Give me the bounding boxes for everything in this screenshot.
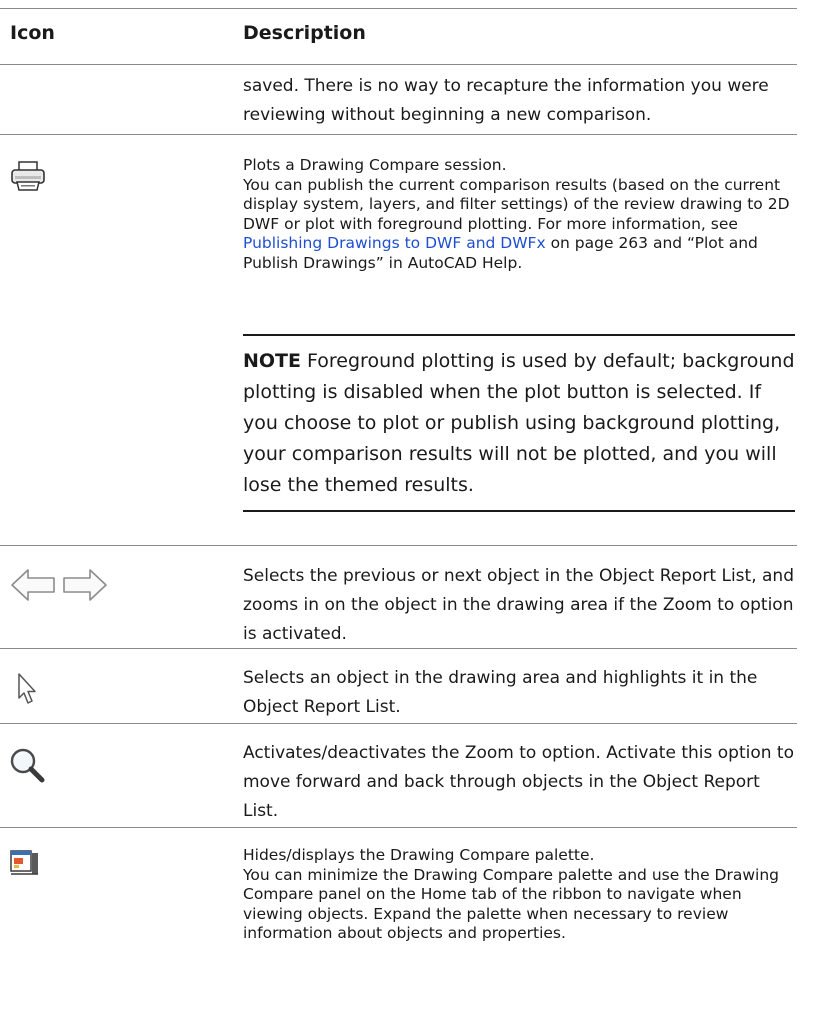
row-rule: [0, 134, 797, 135]
continued-description: saved. There is no way to recapture the …: [243, 76, 769, 125]
table-top-rule: [0, 8, 797, 9]
row-rule: [0, 648, 797, 649]
note-label: NOTE: [243, 350, 301, 372]
select-description: Selects an object in the drawing area an…: [243, 668, 758, 717]
table-row-navigate: Selects the previous or next object in t…: [243, 562, 795, 649]
plot-description: You can publish the current comparison r…: [243, 176, 795, 274]
note-top-rule: [243, 334, 795, 336]
zoom-description: Activates/deactivates the Zoom to option…: [243, 743, 794, 821]
row-rule: [0, 545, 797, 546]
row-rule: [0, 827, 797, 828]
palette-toggle-icon[interactable]: [10, 848, 40, 880]
navigate-description: Selects the previous or next object in t…: [243, 566, 794, 644]
note-text: Foreground plotting is used by default; …: [243, 350, 795, 496]
table-row-select: Selects an object in the drawing area an…: [243, 664, 795, 722]
table-row-plot: Plots a Drawing Compare session. You can…: [243, 156, 795, 273]
icon-description-table: Icon Description saved. There is no way …: [0, 0, 813, 1028]
palette-summary: Hides/displays the Drawing Compare palet…: [243, 846, 595, 864]
plot-summary: Plots a Drawing Compare session.: [243, 156, 507, 174]
table-row-zoom: Activates/deactivates the Zoom to option…: [243, 739, 795, 826]
note-bottom-rule: [243, 510, 795, 512]
printer-icon[interactable]: [10, 160, 46, 196]
column-header-description: Description: [243, 22, 366, 44]
column-header-icon: Icon: [10, 22, 55, 44]
plot-note: NOTE Foreground plotting is used by defa…: [243, 346, 795, 501]
plot-text-before-link: You can publish the current comparison r…: [243, 175, 790, 233]
table-row-continued: saved. There is no way to recapture the …: [243, 72, 795, 130]
magnifier-icon[interactable]: [8, 746, 48, 790]
table-row-palette: Hides/displays the Drawing Compare palet…: [243, 846, 795, 944]
header-rule: [0, 64, 797, 65]
select-cursor-icon[interactable]: [16, 672, 40, 710]
palette-description: You can minimize the Drawing Compare pal…: [243, 865, 779, 943]
publishing-drawings-link[interactable]: Publishing Drawings to DWF and DWFx: [243, 234, 546, 252]
previous-next-arrows-icon[interactable]: [10, 567, 108, 607]
row-rule: [0, 723, 797, 724]
